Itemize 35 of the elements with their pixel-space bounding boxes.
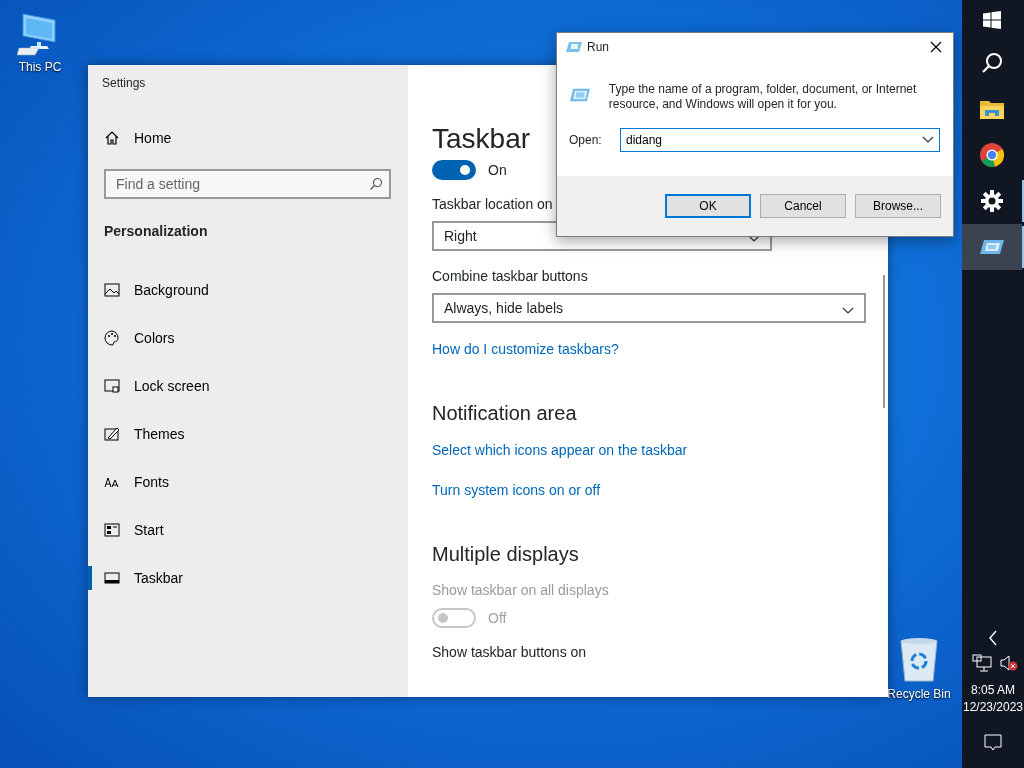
section-heading: Personalization [104,222,209,241]
setting-label: Combine taskbar buttons [432,267,588,285]
window-title: Settings [101,75,147,92]
field-label: Open: [569,132,603,149]
sidebar-item[interactable]: Themes [88,410,408,458]
dialog-button[interactable]: Browse... [855,194,941,218]
dropdown[interactable]: Always, hide labels [432,293,866,323]
sidebar-item[interactable]: Fonts [88,458,408,506]
page-title: Taskbar [432,122,531,156]
setting-label: Show taskbar on all displays [432,581,609,599]
help-link[interactable]: Turn system icons on or off [432,480,601,501]
clock-time[interactable]: 8:05 AM [962,682,1024,699]
section-heading: Multiple displays [432,542,579,567]
clock-date[interactable]: 12/23/2023 [962,699,1024,716]
home-nav-item[interactable]: Home [88,114,408,162]
dialog-button[interactable]: Cancel [760,194,846,218]
sidebar-item[interactable]: Background [88,266,408,314]
toggle-label: Off [488,608,507,628]
sidebar-item[interactable]: Start [88,506,408,554]
icon-label: Recycle Bin [887,686,951,703]
setting-label: Show taskbar buttons on [432,643,587,661]
open-combobox[interactable]: didang [620,128,940,152]
dialog-description: Type the name of a program, folder, document, or Internet resource, and Windows will open it for you. [608,82,918,112]
icon-label: This PC [18,59,62,76]
dialog-button[interactable]: OK [665,194,751,218]
sidebar-item[interactable]: Colors [88,314,408,362]
section-heading: Notification area [432,401,577,426]
help-link[interactable]: How do I customize taskbars? [432,339,619,360]
dialog-title: Run [587,39,610,56]
help-link[interactable]: Select which icons appear on the taskbar [432,440,688,461]
setting-label: Taskbar location on [432,195,553,213]
sidebar-item[interactable]: Taskbar [88,554,408,602]
search-field[interactable]: Find a setting [104,169,391,199]
toggle-label: On [488,160,507,180]
sidebar-item[interactable]: Lock screen [88,362,408,410]
